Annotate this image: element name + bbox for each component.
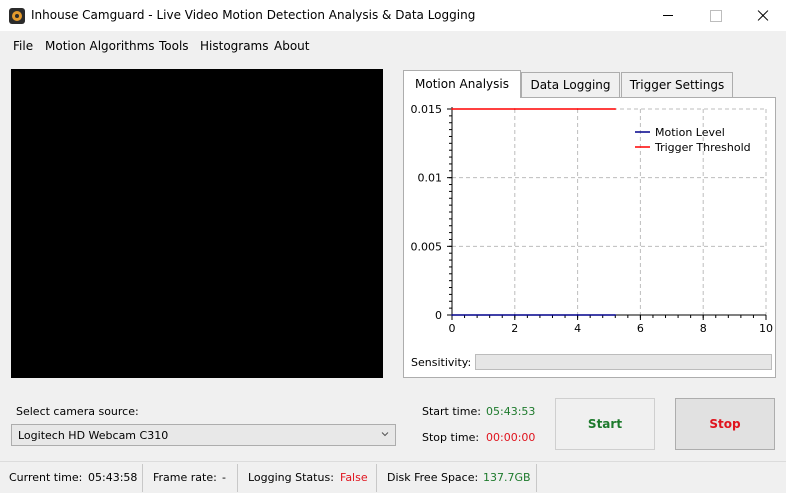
maximize-button[interactable] xyxy=(692,0,738,31)
menu-tools[interactable]: Tools xyxy=(159,39,189,53)
start-time-label: Start time: xyxy=(422,405,481,418)
y-tick-label: 0.015 xyxy=(411,103,443,116)
current-time-label: Current time: xyxy=(9,471,83,484)
logging-status-label: Logging Status: xyxy=(248,471,334,484)
data-point xyxy=(514,108,516,110)
start-time-value: 05:43:53 xyxy=(486,405,536,418)
video-preview xyxy=(11,69,383,378)
chevron-down-icon xyxy=(381,432,389,437)
status-divider xyxy=(237,464,238,492)
sensitivity-label: Sensitivity: xyxy=(411,356,472,369)
y-tick-label: 0 xyxy=(435,309,442,322)
menu-motion-algorithms[interactable]: Motion Algorithms xyxy=(45,39,155,53)
menu-file[interactable]: File xyxy=(13,39,33,53)
y-tick-label: 0.005 xyxy=(411,240,443,253)
title-bar: Inhouse Camguard - Live Video Motion Det… xyxy=(0,0,786,31)
status-divider xyxy=(536,464,537,492)
data-point xyxy=(451,314,453,316)
x-tick-label: 10 xyxy=(759,322,773,335)
disk-free-value: 137.7GB xyxy=(483,471,531,484)
camera-app-icon xyxy=(9,8,25,24)
stop-time-label: Stop time: xyxy=(422,431,480,444)
menu-bar: File Motion Algorithms Tools Histograms … xyxy=(0,31,786,59)
data-point xyxy=(614,108,617,110)
tab-trigger-settings[interactable]: Trigger Settings xyxy=(621,72,733,97)
current-time-value: 05:43:58 xyxy=(88,471,138,484)
x-tick-label: 6 xyxy=(637,322,644,335)
frame-rate-value: - xyxy=(222,471,226,484)
status-divider xyxy=(142,464,143,492)
stop-time-value: 00:00:00 xyxy=(486,431,536,444)
camera-source-label: Select camera source: xyxy=(16,405,139,418)
data-point xyxy=(576,314,579,316)
tab-data-logging[interactable]: Data Logging xyxy=(521,72,620,97)
logging-status-value: False xyxy=(340,471,368,484)
tab-motion-analysis[interactable]: Motion Analysis xyxy=(403,70,521,98)
motion-chart: 0 2 4 6 8 10 0 0.005 0.01 0.015 Motion Level Trigge… xyxy=(411,103,774,335)
camera-source-value: Logitech HD Webcam C310 xyxy=(18,429,169,442)
sensitivity-slider[interactable] xyxy=(475,354,772,370)
x-tick-label: 0 xyxy=(449,322,456,335)
data-point xyxy=(514,314,516,316)
camera-source-dropdown[interactable]: Logitech HD Webcam C310 xyxy=(11,424,396,446)
start-button[interactable]: Start xyxy=(555,398,655,450)
x-tick-label: 4 xyxy=(574,322,581,335)
data-point xyxy=(576,108,579,110)
disk-free-label: Disk Free Space: xyxy=(387,471,479,484)
status-bar: Current time: 05:43:58 Frame rate: - Log… xyxy=(0,461,786,493)
close-button[interactable] xyxy=(740,0,786,31)
menu-histograms[interactable]: Histograms xyxy=(200,39,269,53)
y-tick-label: 0.01 xyxy=(418,172,443,185)
frame-rate-label: Frame rate: xyxy=(153,471,217,484)
status-divider xyxy=(376,464,377,492)
legend-label: Motion Level xyxy=(655,126,725,139)
menu-about[interactable]: About xyxy=(274,39,309,53)
data-point xyxy=(614,314,617,316)
minimize-button[interactable] xyxy=(646,0,692,31)
stop-button[interactable]: Stop xyxy=(675,398,775,450)
data-point xyxy=(451,108,453,110)
window-title: Inhouse Camguard - Live Video Motion Det… xyxy=(31,8,476,22)
legend-label: Trigger Threshold xyxy=(654,141,751,154)
x-tick-label: 8 xyxy=(700,322,707,335)
x-tick-label: 2 xyxy=(511,322,518,335)
